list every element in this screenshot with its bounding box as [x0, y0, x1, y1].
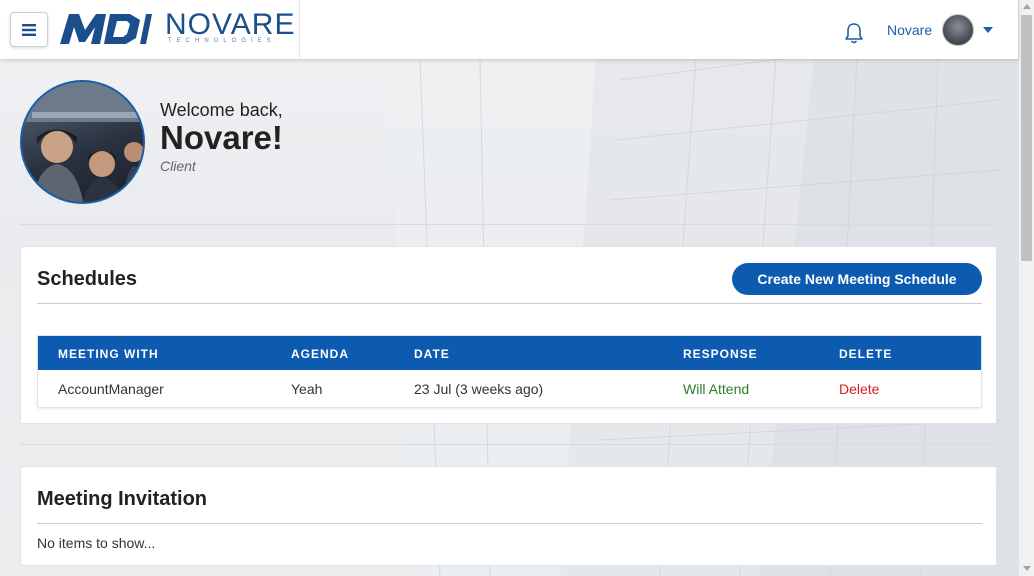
novare-logo-subtext: TECHNOLOGIES — [168, 38, 276, 44]
table-row: AccountManager Yeah 23 Jul (3 weeks ago)… — [38, 370, 981, 407]
table-header: MEETING WITH AGENDA DATE RESPONSE DELETE — [38, 336, 981, 370]
user-menu-name[interactable]: Novare — [887, 22, 932, 38]
cell-meeting-with: AccountManager — [58, 381, 164, 397]
empty-state-text: No items to show... — [37, 535, 156, 551]
meeting-invitation-card: Meeting Invitation No items to show... — [20, 466, 997, 566]
menu-toggle-button[interactable] — [10, 12, 48, 47]
header-divider — [299, 0, 300, 59]
scroll-thumb[interactable] — [1021, 15, 1032, 261]
novare-logo-text: NOVARE — [165, 8, 296, 41]
profile-photo — [20, 80, 145, 204]
scroll-up-icon[interactable] — [1023, 4, 1031, 9]
column-header-response[interactable]: RESPONSE — [683, 347, 758, 361]
card-divider — [37, 523, 982, 524]
caret-down-icon[interactable] — [983, 27, 993, 33]
section-divider — [20, 444, 997, 445]
create-meeting-schedule-button[interactable]: Create New Meeting Schedule — [732, 263, 982, 295]
page-scrollbar[interactable] — [1018, 0, 1034, 576]
section-divider — [20, 224, 997, 225]
column-header-date[interactable]: DATE — [414, 347, 450, 361]
welcome-text: Welcome back, — [160, 100, 283, 120]
meeting-invitation-title: Meeting Invitation — [37, 488, 207, 510]
schedules-table: MEETING WITH AGENDA DATE RESPONSE DELETE… — [37, 335, 982, 408]
card-divider — [37, 303, 982, 304]
schedules-card: Schedules Create New Meeting Schedule ME… — [20, 246, 997, 424]
user-role: Client — [160, 158, 196, 174]
column-header-meeting-with[interactable]: MEETING WITH — [58, 347, 159, 361]
top-navbar: NOVARE TECHNOLOGIES Novare — [0, 0, 1018, 59]
cell-response[interactable]: Will Attend — [683, 381, 749, 397]
column-header-delete[interactable]: DELETE — [839, 347, 892, 361]
cell-agenda: Yeah — [291, 381, 323, 397]
delete-link[interactable]: Delete — [839, 381, 879, 397]
column-header-agenda[interactable]: AGENDA — [291, 347, 349, 361]
avatar[interactable] — [942, 14, 974, 46]
menu-icon — [22, 23, 36, 36]
welcome-user-name: Novare! — [160, 119, 283, 156]
bell-icon[interactable] — [843, 22, 865, 49]
mdi-logo[interactable] — [60, 12, 152, 51]
schedules-title: Schedules — [37, 268, 138, 290]
cell-date: 23 Jul (3 weeks ago) — [414, 381, 544, 397]
scroll-down-icon[interactable] — [1023, 566, 1031, 571]
